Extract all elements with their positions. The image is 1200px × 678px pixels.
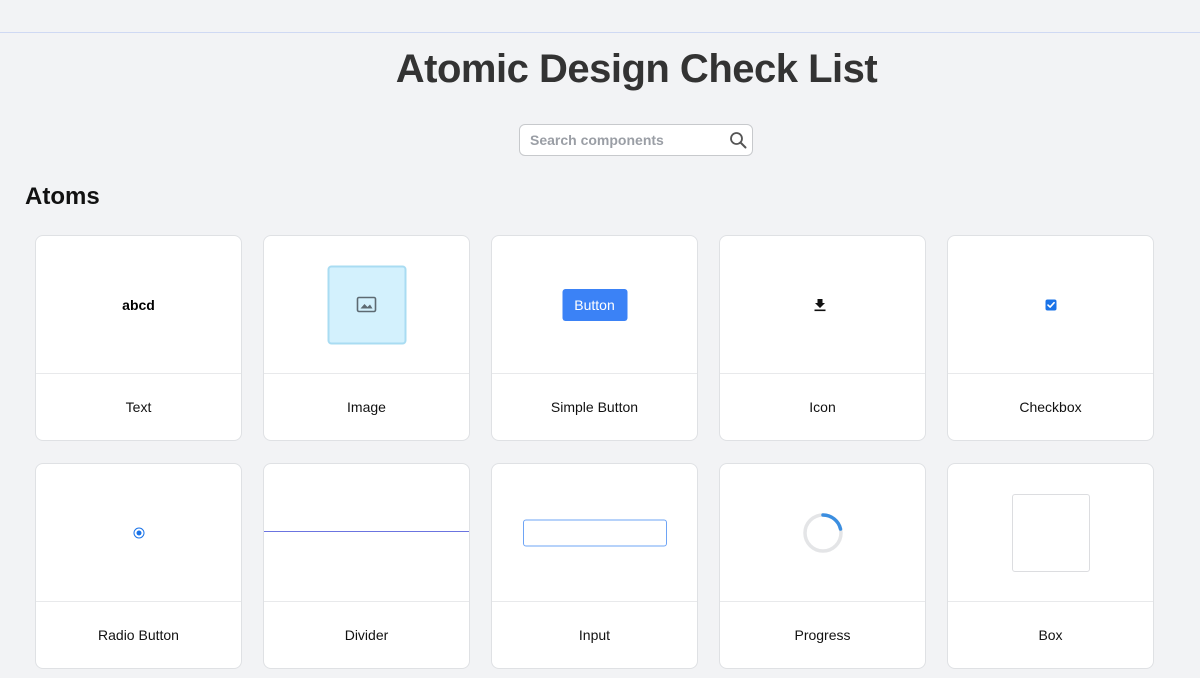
- card-divider[interactable]: Divider: [263, 463, 470, 669]
- card-label: Simple Button: [550, 399, 639, 415]
- demo-divider: [264, 531, 469, 532]
- card-preview: [36, 464, 241, 602]
- section-title-atoms: Atoms: [25, 183, 100, 210]
- checkmark-icon: [1046, 301, 1055, 308]
- demo-button[interactable]: Button: [562, 288, 627, 321]
- card-checkbox[interactable]: Checkbox: [947, 235, 1154, 441]
- card-preview: abcd: [36, 236, 241, 374]
- card-preview: [264, 464, 469, 602]
- card-label: Input: [578, 627, 611, 643]
- card-label: Radio Button: [98, 627, 179, 643]
- page-title: Atomic Design Check List: [395, 47, 878, 91]
- card-simple-button[interactable]: Button Simple Button: [491, 235, 698, 441]
- card-label: Progress: [794, 627, 851, 643]
- card-label: Text: [125, 399, 152, 415]
- text-demo: abcd: [122, 296, 155, 313]
- card-text[interactable]: abcd Text: [35, 235, 242, 441]
- card-preview: [264, 236, 469, 374]
- card-label: Box: [1038, 627, 1063, 643]
- card-preview: [492, 464, 697, 602]
- search-icon[interactable]: [729, 131, 747, 149]
- search-input[interactable]: [530, 125, 720, 154]
- demo-box: [1011, 493, 1090, 572]
- demo-input[interactable]: [522, 519, 667, 546]
- spinner-icon: [802, 512, 843, 553]
- card-preview: [720, 236, 925, 374]
- card-input[interactable]: Input: [491, 463, 698, 669]
- radio-dot: [136, 530, 141, 535]
- image-demo: [327, 265, 406, 344]
- card-preview: [948, 236, 1153, 374]
- demo-radio[interactable]: [133, 527, 144, 538]
- demo-checkbox[interactable]: [1045, 299, 1056, 310]
- card-box[interactable]: Box: [947, 463, 1154, 669]
- image-icon: [356, 296, 377, 313]
- card-label: Divider: [344, 627, 389, 643]
- card-preview: [948, 464, 1153, 602]
- download-icon: [814, 298, 825, 311]
- card-radio-button[interactable]: Radio Button: [35, 463, 242, 669]
- card-label: Checkbox: [1019, 399, 1082, 415]
- card-label: Image: [347, 399, 386, 415]
- header-rule: [0, 32, 1200, 33]
- card-icon[interactable]: Icon: [719, 235, 926, 441]
- card-image[interactable]: Image: [263, 235, 470, 441]
- search-box: [519, 124, 753, 156]
- card-preview: Button: [492, 236, 697, 374]
- card-preview: [720, 464, 925, 602]
- card-progress[interactable]: Progress: [719, 463, 926, 669]
- card-label: Icon: [809, 399, 836, 415]
